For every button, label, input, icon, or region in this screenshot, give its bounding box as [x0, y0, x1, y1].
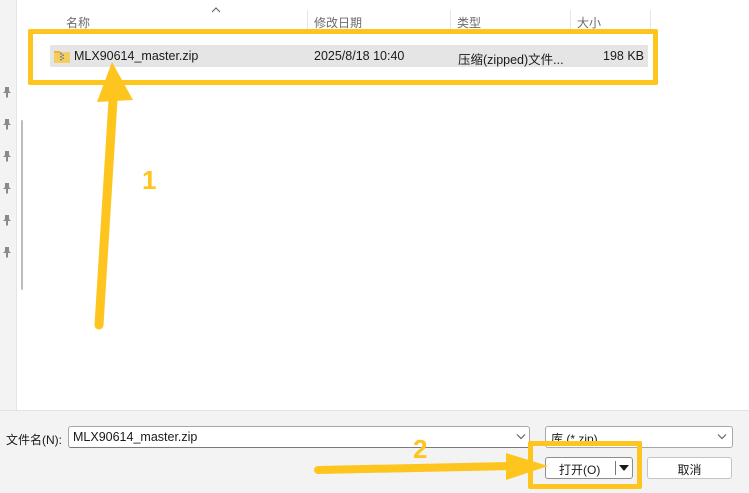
pin-icon[interactable]: [2, 86, 12, 98]
highlight-open-button-box: [528, 441, 642, 489]
cancel-button[interactable]: 取消: [647, 457, 732, 479]
arrow-1-shaft: [94, 95, 118, 330]
pin-icon[interactable]: [2, 150, 12, 162]
filename-input[interactable]: MLX90614_master.zip: [68, 426, 530, 448]
filename-label: 文件名(N):: [6, 433, 62, 447]
pin-icon[interactable]: [2, 214, 12, 226]
sort-ascending-icon: [211, 7, 221, 13]
pin-icon[interactable]: [2, 182, 12, 194]
chevron-down-icon[interactable]: [717, 433, 727, 440]
pin-icon[interactable]: [2, 246, 12, 258]
highlight-file-row-box: [28, 29, 658, 85]
cancel-button-label: 取消: [677, 463, 702, 477]
chevron-down-icon[interactable]: [516, 433, 526, 440]
nav-scrollbar[interactable]: [21, 120, 23, 290]
pin-icon[interactable]: [2, 118, 12, 130]
step-1-label: 1: [142, 165, 157, 195]
step-2-label: 2: [413, 434, 428, 464]
navigation-pane[interactable]: [0, 0, 17, 410]
filename-value[interactable]: MLX90614_master.zip: [73, 430, 197, 444]
